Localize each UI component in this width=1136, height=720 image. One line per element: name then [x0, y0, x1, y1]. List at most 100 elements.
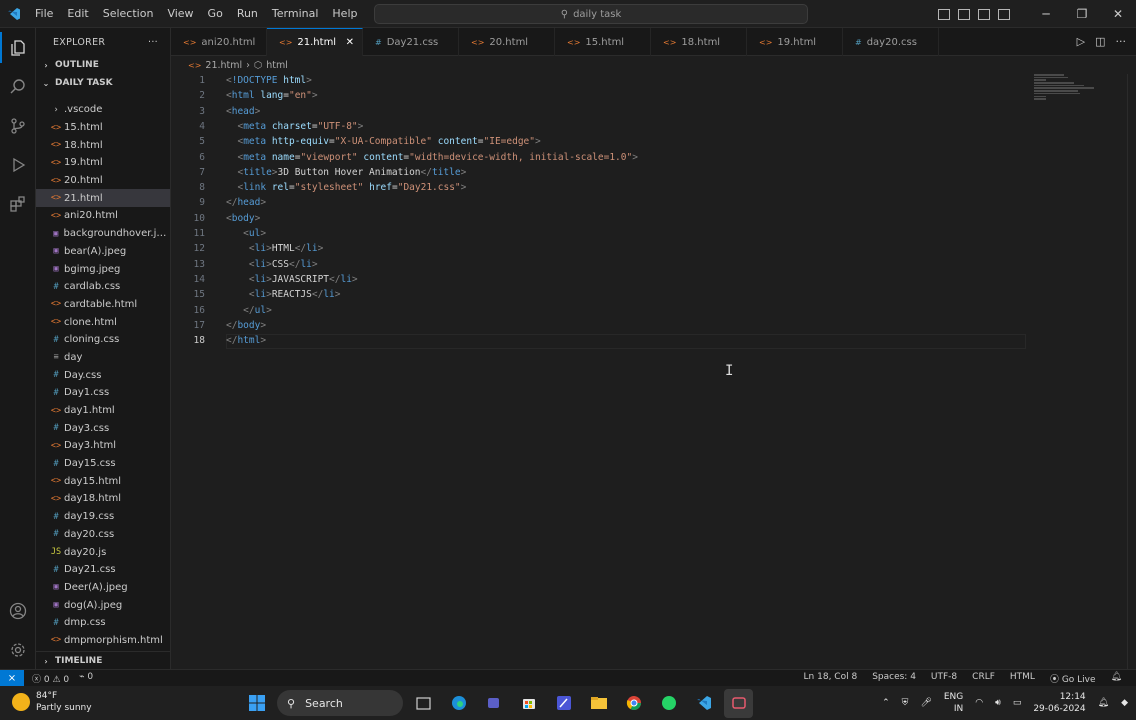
- teams-icon[interactable]: [479, 689, 508, 718]
- file-item[interactable]: ▣ backgroundhover.jpeg: [36, 225, 170, 243]
- file-explorer-icon[interactable]: [584, 689, 613, 718]
- customize-layout-icon[interactable]: [998, 8, 1010, 20]
- notification-icon[interactable]: 🔔︎: [1098, 698, 1109, 708]
- more-actions-icon[interactable]: ···: [1116, 35, 1127, 48]
- line-ending[interactable]: CRLF: [972, 672, 995, 685]
- editor-tab[interactable]: <> 21.html ✕: [267, 28, 363, 56]
- folder-item[interactable]: › .vscode: [36, 101, 170, 119]
- toggle-sidebar-icon[interactable]: [938, 8, 950, 20]
- minimize-button[interactable]: ─: [1028, 0, 1064, 28]
- file-item[interactable]: # Day.css: [36, 366, 170, 384]
- taskbar-search[interactable]: ⚲ Search: [277, 690, 403, 716]
- menu-item-go[interactable]: Go: [201, 0, 230, 28]
- file-item[interactable]: <> day15.html: [36, 472, 170, 490]
- menu-item-run[interactable]: Run: [230, 0, 265, 28]
- vscode-taskbar-icon[interactable]: [689, 689, 718, 718]
- indentation[interactable]: Spaces: 4: [872, 672, 916, 685]
- file-item[interactable]: # day19.css: [36, 508, 170, 526]
- minimap[interactable]: [1034, 74, 1094, 104]
- restore-button[interactable]: ❐: [1064, 0, 1100, 28]
- file-item[interactable]: # Day3.css: [36, 419, 170, 437]
- file-item[interactable]: <> day1.html: [36, 402, 170, 420]
- snipping-tool-icon[interactable]: [724, 688, 753, 718]
- pen-app-icon[interactable]: [549, 689, 578, 718]
- code-editor[interactable]: 1 <!DOCTYPE html> 2 <html lang="en"> 3 <head>…: [171, 74, 1031, 374]
- microphone-icon[interactable]: 🎤︎: [920, 698, 931, 708]
- copilot-icon[interactable]: ◆: [1121, 698, 1128, 708]
- toggle-secondary-sidebar-icon[interactable]: [978, 8, 990, 20]
- editor-tab[interactable]: # day20.css: [843, 28, 939, 56]
- command-center[interactable]: ⚲ daily task: [374, 4, 808, 24]
- split-editor-icon[interactable]: ◫: [1095, 35, 1105, 48]
- toggle-panel-icon[interactable]: [958, 8, 970, 20]
- file-item[interactable]: # Day1.css: [36, 384, 170, 402]
- folder-section[interactable]: ⌄ DAILY TASK: [36, 74, 170, 92]
- menu-item-help[interactable]: Help: [325, 0, 364, 28]
- menu-item-edit[interactable]: Edit: [60, 0, 95, 28]
- editor-tab[interactable]: # Day21.css: [363, 28, 459, 56]
- close-tab-icon[interactable]: ✕: [346, 37, 354, 48]
- file-item[interactable]: ▣ Deer(A).jpeg: [36, 579, 170, 597]
- file-item[interactable]: <> dmpmorphism.html: [36, 632, 170, 650]
- explorer-icon[interactable]: [0, 28, 36, 67]
- menu-item-selection[interactable]: Selection: [96, 0, 161, 28]
- file-item[interactable]: # cloning.css: [36, 331, 170, 349]
- clock[interactable]: 12:14 29-06-2024: [1033, 691, 1085, 715]
- more-actions-icon[interactable]: ···: [148, 37, 158, 48]
- file-item[interactable]: # cardlab.css: [36, 278, 170, 296]
- editor-tab[interactable]: <> 15.html: [555, 28, 651, 56]
- search-icon[interactable]: [0, 67, 36, 106]
- cursor-position[interactable]: Ln 18, Col 8: [804, 672, 858, 685]
- task-view-icon[interactable]: [409, 689, 438, 718]
- file-item[interactable]: ▣eia.jpeg: [36, 649, 170, 650]
- file-item[interactable]: ≡ day: [36, 349, 170, 367]
- tray-overflow-icon[interactable]: ⌃: [882, 698, 890, 708]
- account-icon[interactable]: [0, 591, 36, 630]
- file-item[interactable]: ▣ bear(A).jpeg: [36, 243, 170, 261]
- file-item[interactable]: <> 19.html: [36, 154, 170, 172]
- timeline-section[interactable]: › TIMELINE: [36, 651, 170, 669]
- settings-gear-icon[interactable]: [0, 630, 36, 669]
- file-item[interactable]: <> 20.html: [36, 172, 170, 190]
- file-item[interactable]: <> 18.html: [36, 136, 170, 154]
- menu-item-file[interactable]: File: [28, 0, 60, 28]
- file-item[interactable]: <> 21.html: [36, 189, 170, 208]
- vertical-scrollbar[interactable]: [1127, 74, 1136, 669]
- edge-icon[interactable]: [444, 689, 473, 718]
- editor-tab[interactable]: <> 20.html: [459, 28, 555, 56]
- start-button[interactable]: [242, 689, 271, 718]
- run-icon[interactable]: ▷: [1077, 35, 1085, 48]
- editor-tab[interactable]: <> 19.html: [747, 28, 843, 56]
- store-icon[interactable]: [514, 689, 543, 718]
- weather-widget[interactable]: 84°F Partly sunny: [12, 690, 92, 714]
- language-mode[interactable]: HTML: [1010, 672, 1035, 685]
- source-control-icon[interactable]: [0, 106, 36, 145]
- problems-indicator[interactable]: ⓧ 0 ⚠ 0: [32, 672, 69, 685]
- editor-tab[interactable]: <> ani20.html: [171, 28, 267, 56]
- file-item[interactable]: JS day20.js: [36, 543, 170, 561]
- remote-indicator-icon[interactable]: ⨯: [0, 669, 24, 687]
- close-window-button[interactable]: ✕: [1100, 0, 1136, 28]
- file-item[interactable]: <> 15.html: [36, 119, 170, 137]
- file-item[interactable]: # dmp.css: [36, 614, 170, 632]
- file-item[interactable]: <> Day3.html: [36, 437, 170, 455]
- encoding[interactable]: UTF-8: [931, 672, 957, 685]
- file-item[interactable]: # day20.css: [36, 526, 170, 544]
- ports-indicator[interactable]: ⌁ 0: [79, 672, 93, 685]
- file-item[interactable]: ▣ bgimg.jpeg: [36, 260, 170, 278]
- language-indicator[interactable]: ENG IN: [944, 691, 963, 715]
- breadcrumb-symbol[interactable]: html: [266, 60, 288, 71]
- go-live-button[interactable]: ⦿ Go Live: [1050, 672, 1096, 685]
- breadcrumb-file[interactable]: 21.html: [205, 60, 242, 71]
- menu-item-view[interactable]: View: [160, 0, 200, 28]
- whatsapp-icon[interactable]: [654, 689, 683, 718]
- file-item[interactable]: # Day15.css: [36, 455, 170, 473]
- volume-icon[interactable]: 🔊︎: [995, 698, 1001, 708]
- notifications-bell-icon[interactable]: 🔔︎: [1111, 672, 1122, 685]
- file-item[interactable]: <> clone.html: [36, 313, 170, 331]
- file-item[interactable]: <> day18.html: [36, 490, 170, 508]
- security-icon[interactable]: ⛨: [902, 698, 909, 708]
- run-debug-icon[interactable]: [0, 145, 36, 184]
- menu-item-terminal[interactable]: Terminal: [265, 0, 326, 28]
- file-item[interactable]: ▣ dog(A).jpeg: [36, 596, 170, 614]
